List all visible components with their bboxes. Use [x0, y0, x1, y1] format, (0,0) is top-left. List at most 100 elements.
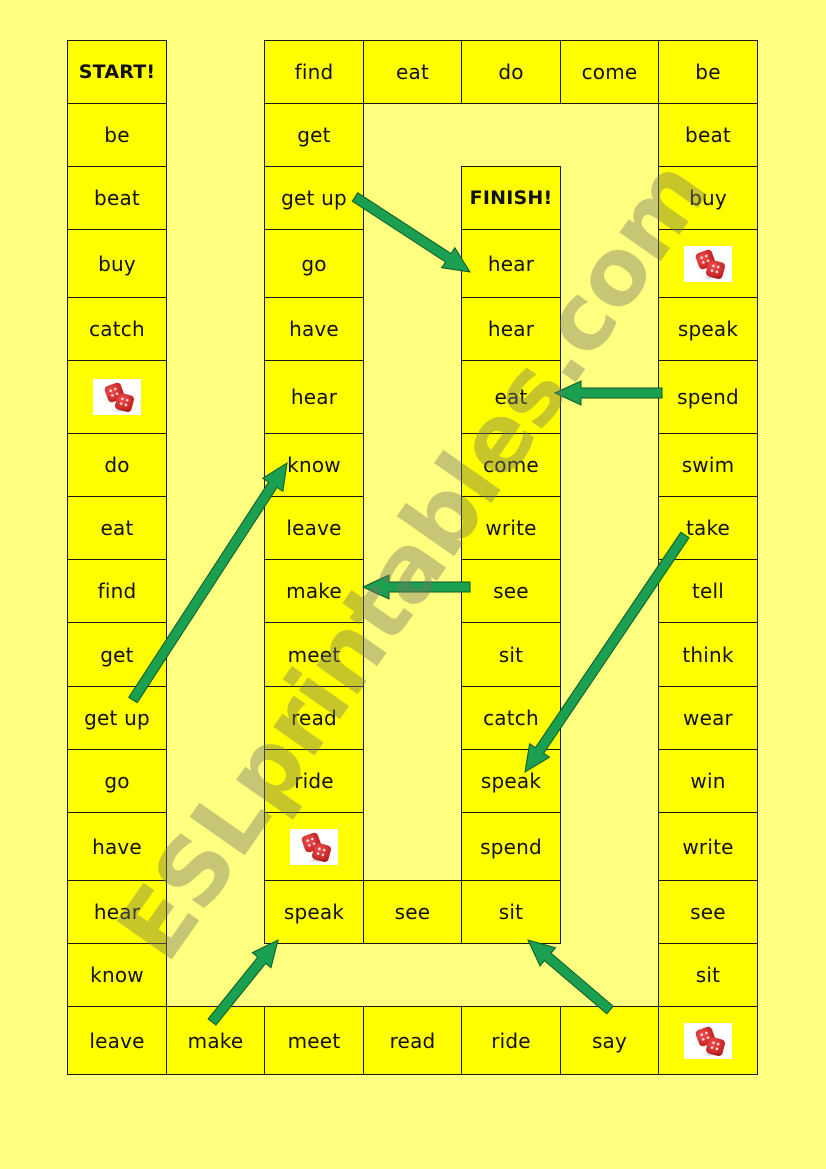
- cell-label: win: [690, 769, 726, 793]
- cell-label: think: [682, 642, 734, 667]
- board-cell: sit: [658, 943, 758, 1007]
- board-cell: hear: [461, 297, 561, 361]
- board-cell: get: [264, 103, 364, 167]
- cell-label: have: [92, 834, 142, 859]
- start-cell: START!: [67, 40, 167, 104]
- board-cell: write: [658, 812, 758, 881]
- board-cell: have: [264, 297, 364, 361]
- board-cell: catch: [67, 297, 167, 361]
- cell-label: buy: [689, 186, 727, 210]
- cell-label: know: [287, 453, 341, 477]
- board-cell: beat: [67, 166, 167, 230]
- board-cell: come: [461, 433, 561, 497]
- cell-label: do: [104, 453, 130, 477]
- board-cell: take: [658, 496, 758, 560]
- board-cell: meet: [264, 1006, 364, 1075]
- board-cell: hear: [264, 360, 364, 434]
- cell-label: see: [493, 579, 529, 603]
- dice-icon: [290, 828, 338, 865]
- cell-label: read: [389, 1028, 436, 1053]
- cell-label: eat: [395, 60, 429, 84]
- board-cell: eat: [363, 40, 462, 104]
- cell-label: eat: [100, 516, 134, 540]
- board-cell: know: [264, 433, 364, 497]
- cell-label: be: [695, 60, 721, 84]
- board-cell: wear: [658, 686, 758, 750]
- board-cell: say: [560, 1006, 659, 1075]
- cell-label: speak: [283, 900, 345, 924]
- board-cell: leave: [264, 496, 364, 560]
- dice-icon: [684, 1022, 732, 1059]
- cell-label: have: [289, 317, 339, 341]
- board-cell: beat: [658, 103, 758, 167]
- dice-icon: [93, 379, 141, 415]
- board-cell: spend: [461, 812, 561, 881]
- board-cell: come: [560, 40, 659, 104]
- board-cell: be: [658, 40, 758, 104]
- cell-label: take: [685, 516, 731, 540]
- cell-label: meet: [287, 1028, 341, 1053]
- cell-label: START!: [78, 61, 156, 83]
- board-cell: speak: [658, 297, 758, 361]
- cell-label: ride: [294, 769, 334, 793]
- board-cell: see: [461, 559, 561, 623]
- board-cell: hear: [67, 880, 167, 944]
- board-cell: swim: [658, 433, 758, 497]
- cell-label: come: [581, 60, 638, 84]
- board-cell: do: [461, 40, 561, 104]
- cell-label: go: [104, 769, 130, 793]
- cell-label: get up: [281, 186, 347, 210]
- cell-label: wear: [683, 706, 733, 730]
- cell-label: tell: [691, 579, 725, 603]
- cell-label: find: [97, 579, 137, 603]
- cell-label: leave: [89, 1028, 145, 1053]
- dice-cell: [658, 229, 758, 298]
- cell-label: sit: [695, 963, 721, 987]
- board-cell: sit: [461, 880, 561, 944]
- cell-label: get: [100, 642, 134, 667]
- cell-label: leave: [286, 516, 342, 540]
- board-cell: make: [166, 1006, 265, 1075]
- board-cell: write: [461, 496, 561, 560]
- board-cell: go: [67, 749, 167, 813]
- cell-label: hear: [487, 317, 535, 341]
- cell-label: sit: [498, 642, 524, 667]
- dice-cell: [264, 812, 364, 881]
- cell-label: write: [682, 834, 734, 859]
- cell-label: see: [690, 900, 726, 924]
- cell-label: speak: [677, 317, 739, 341]
- cell-label: spend: [480, 834, 542, 859]
- board-cell: speak: [264, 880, 364, 944]
- cell-label: catch: [483, 706, 539, 730]
- cell-label: ride: [491, 1028, 531, 1053]
- board-cell: do: [67, 433, 167, 497]
- cell-label: hear: [93, 900, 141, 924]
- board-cell: eat: [461, 360, 561, 434]
- dice-cell: [658, 1006, 758, 1075]
- board-cell: think: [658, 622, 758, 687]
- board-cell: have: [67, 812, 167, 881]
- cell-label: FINISH!: [469, 187, 553, 209]
- finish-cell: FINISH!: [461, 166, 561, 230]
- board-cell: see: [363, 880, 462, 944]
- cell-label: catch: [89, 317, 145, 341]
- cell-label: read: [291, 706, 337, 730]
- board-cell: leave: [67, 1006, 167, 1075]
- board-cell: buy: [658, 166, 758, 230]
- cell-label: do: [498, 60, 524, 84]
- cell-label: hear: [487, 251, 535, 276]
- cell-label: hear: [290, 385, 338, 409]
- cell-label: speak: [480, 769, 542, 793]
- cell-label: sit: [498, 900, 524, 924]
- board-cell: tell: [658, 559, 758, 623]
- cell-label: say: [591, 1028, 628, 1053]
- dice-cell: [67, 360, 167, 434]
- board-cell: get up: [264, 166, 364, 230]
- cell-label: write: [485, 516, 537, 540]
- cell-label: meet: [287, 642, 341, 667]
- board-cell: read: [264, 686, 364, 750]
- board-cell: find: [264, 40, 364, 104]
- board-cell: get up: [67, 686, 167, 750]
- board-cell: win: [658, 749, 758, 813]
- board-cell: read: [363, 1006, 462, 1075]
